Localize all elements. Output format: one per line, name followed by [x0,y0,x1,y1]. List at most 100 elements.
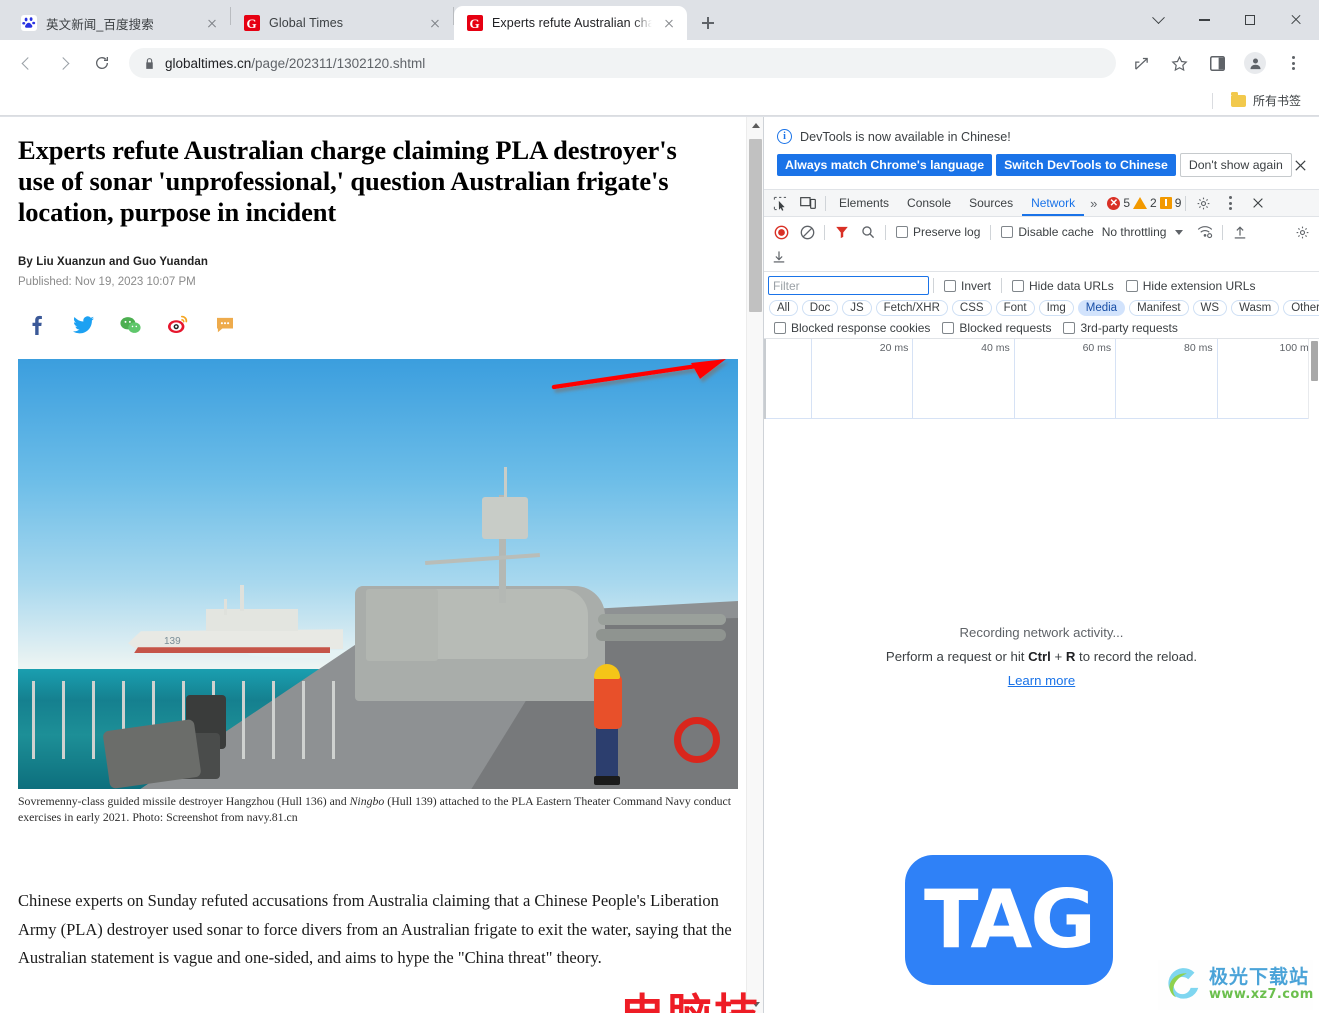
tab-close-button[interactable] [204,15,220,31]
record-button-icon[interactable] [768,220,794,244]
all-bookmarks-button[interactable]: 所有书签 [1225,89,1307,112]
empty-state-hint: Perform a request or hit Ctrl + R to rec… [886,649,1197,664]
filter-funnel-icon[interactable] [829,220,855,244]
timeline-tick-label: 60 ms [1082,342,1112,354]
filter-type-img[interactable]: Img [1038,300,1074,316]
network-conditions-wifi-icon[interactable] [1192,220,1218,244]
filter-type-manifest[interactable]: Manifest [1129,300,1189,316]
browser-tab-2[interactable]: G Experts refute Australian charg [454,6,687,40]
filter-type-all[interactable]: All [769,300,798,316]
facebook-icon[interactable] [26,314,47,335]
address-bar[interactable]: globaltimes.cn/page/202311/1302120.shtml [129,48,1116,78]
caption-ship-name: Ningbo [349,794,385,808]
comment-icon[interactable] [214,314,235,335]
notice-close-icon[interactable] [1293,158,1309,174]
devtools-kebab-menu-icon[interactable] [1217,191,1244,216]
minimize-button[interactable] [1181,0,1227,40]
scrollbar-thumb[interactable] [749,139,762,312]
notice-message: DevTools is now available in Chinese! [800,129,1011,144]
share-icon[interactable] [1125,47,1157,79]
invert-checkbox[interactable]: Invert [938,279,997,293]
import-har-upload-icon[interactable] [1227,220,1253,244]
devtools-tab-sources[interactable]: Sources [960,190,1022,216]
web-page-viewport: Experts refute Australian charge claimin… [0,117,763,1013]
tab-close-button[interactable] [427,15,443,31]
chrome-browser-window: 英文新闻_百度搜索 G Global Times G Experts refut… [0,0,1319,1013]
network-overview-timeline[interactable]: 20 ms 40 ms 60 ms 80 ms 100 ms [764,339,1319,419]
blocked-requests-checkbox[interactable]: Blocked requests [936,321,1057,335]
throttling-select[interactable]: No throttling [1100,225,1167,239]
preserve-log-checkbox[interactable]: Preserve log [890,225,986,239]
network-toolbar: Preserve log Disable cache No throttling [764,217,1319,272]
back-button[interactable] [10,47,42,79]
close-window-button[interactable] [1273,0,1319,40]
always-match-language-button[interactable]: Always match Chrome's language [777,154,993,176]
issue-counters[interactable]: ✕ 5 2 9 [1107,196,1181,210]
weibo-icon[interactable] [167,314,188,335]
devtools-settings-gear-icon[interactable] [1190,191,1217,216]
globaltimes-icon: G [466,15,483,32]
timeline-tick-label: 20 ms [879,342,909,354]
hide-data-urls-label: Hide data URLs [1029,278,1114,293]
learn-more-link[interactable]: Learn more [1008,673,1075,688]
info-icon: i [777,129,792,144]
filter-type-fetch-xhr[interactable]: Fetch/XHR [875,300,948,316]
filter-type-font[interactable]: Font [995,300,1035,316]
filter-type-css[interactable]: CSS [951,300,992,316]
clear-button-icon[interactable] [794,220,820,244]
disable-cache-label: Disable cache [1018,225,1094,239]
new-tab-button[interactable] [694,9,722,37]
maximize-button[interactable] [1227,0,1273,40]
tab-search-button[interactable] [1135,0,1181,40]
filter-type-media[interactable]: Media [1077,300,1126,316]
reload-button[interactable] [86,47,118,79]
page-scrollbar[interactable] [746,117,763,1013]
disable-cache-checkbox[interactable]: Disable cache [995,225,1099,239]
third-party-requests-checkbox[interactable]: 3rd-party requests [1057,321,1183,335]
scroll-up-button[interactable] [747,117,763,134]
devtools-tab-network[interactable]: Network [1022,190,1084,216]
browser-menu-icon[interactable] [1277,47,1309,79]
watermark-tag-text: TAG [924,873,1096,966]
timeline-scrollbar[interactable] [1308,339,1319,419]
filter-type-doc[interactable]: Doc [801,300,839,316]
twitter-icon[interactable] [73,314,94,335]
wechat-icon[interactable] [120,314,141,335]
hint-key-ctrl: Ctrl [1028,648,1051,664]
filter-type-ws[interactable]: WS [1192,300,1228,316]
network-filter-bar: Filter Invert Hide data URLs Hide extens… [764,272,1319,339]
capture-settings-gear-icon[interactable] [1289,220,1315,244]
search-icon[interactable] [855,220,881,244]
folder-icon [1230,92,1246,107]
issue-icon [1159,197,1172,209]
warning-count: 2 [1150,196,1157,210]
content-area: Experts refute Australian charge claimin… [0,117,1319,1013]
profile-icon[interactable] [1239,47,1271,79]
filter-type-js[interactable]: JS [842,300,872,316]
inspect-element-icon[interactable] [767,191,794,216]
article-photo: 139 [18,359,738,789]
hide-data-urls-checkbox[interactable]: Hide data URLs [1006,279,1120,293]
browser-tab-0[interactable]: 英文新闻_百度搜索 [8,6,230,40]
filter-input[interactable]: Filter [768,276,929,295]
forward-button[interactable] [48,47,80,79]
dont-show-again-button[interactable]: Don't show again [1179,153,1292,177]
bookmark-star-icon[interactable] [1163,47,1195,79]
tab-close-button[interactable] [661,15,677,31]
devtools-tab-elements[interactable]: Elements [830,190,898,216]
hide-extension-urls-checkbox[interactable]: Hide extension URLs [1120,279,1262,293]
export-har-download-icon[interactable] [768,244,1315,268]
switch-devtools-language-button[interactable]: Switch DevTools to Chinese [996,154,1176,176]
more-tabs-icon[interactable]: » [1084,196,1103,211]
browser-tab-1[interactable]: G Global Times [231,6,453,40]
filter-type-other[interactable]: Other [1283,300,1319,316]
chevron-down-icon[interactable] [1175,229,1184,235]
caption-text-1: Sovremenny-class guided missile destroye… [18,794,350,808]
blocked-response-cookies-checkbox[interactable]: Blocked response cookies [768,321,936,335]
devtools-close-icon[interactable] [1244,191,1271,216]
filter-type-wasm[interactable]: Wasm [1231,300,1280,316]
side-panel-icon[interactable] [1201,47,1233,79]
devtools-tab-console[interactable]: Console [898,190,960,216]
issue-count: 9 [1174,196,1182,210]
device-toolbar-icon[interactable] [794,191,821,216]
